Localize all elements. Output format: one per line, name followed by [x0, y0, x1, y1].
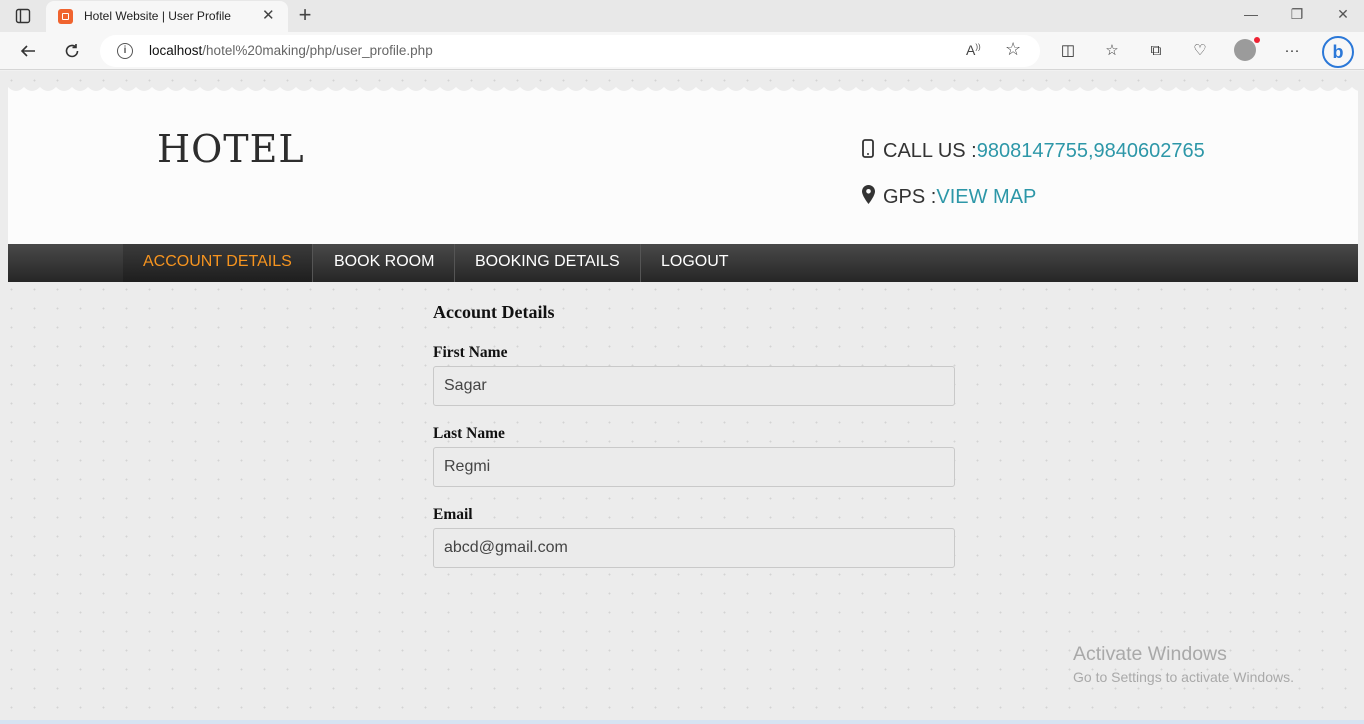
watermark-subtitle: Go to Settings to activate Windows. — [1073, 669, 1294, 685]
header-wave-border — [8, 87, 1358, 91]
email-field[interactable] — [433, 528, 955, 568]
first-name-label: First Name — [433, 344, 508, 361]
bing-copilot-icon[interactable]: b — [1322, 36, 1354, 68]
mobile-phone-icon — [862, 139, 876, 164]
tab-title: Hotel Website | User Profile — [84, 9, 231, 23]
page-content: HOTEL CALL US : 9808147755,9840602765 GP… — [0, 71, 1364, 724]
last-name-field[interactable] — [433, 447, 955, 487]
gps-info: GPS : VIEW MAP — [862, 185, 1036, 210]
collections-icon[interactable]: ⧉ — [1145, 40, 1167, 62]
browser-tab-bar: Hotel Website | User Profile ✕ + — ❐ ✕ — [0, 0, 1364, 32]
last-name-label: Last Name — [433, 425, 505, 442]
taskbar-edge — [0, 720, 1364, 724]
site-header: HOTEL CALL US : 9808147755,9840602765 GP… — [8, 87, 1358, 244]
favorite-star-icon[interactable]: ☆ — [1005, 39, 1021, 60]
first-name-field[interactable] — [433, 366, 955, 406]
nav-logout[interactable]: LOGOUT — [641, 244, 749, 282]
email-label: Email — [433, 506, 473, 523]
gps-label: GPS : — [883, 186, 937, 208]
address-bar[interactable]: i localhost/hotel%20making/php/user_prof… — [100, 35, 1040, 67]
browser-toolbar: i localhost/hotel%20making/php/user_prof… — [0, 32, 1364, 70]
call-us-label: CALL US : — [883, 140, 977, 162]
site-logo[interactable]: HOTEL — [157, 127, 305, 171]
read-aloud-icon[interactable]: A)) — [966, 42, 981, 58]
browser-tab[interactable]: Hotel Website | User Profile ✕ — [46, 1, 288, 32]
minimize-icon[interactable]: — — [1241, 6, 1261, 22]
favorites-icon[interactable]: ☆ — [1101, 40, 1123, 62]
account-details-heading: Account Details — [433, 302, 555, 322]
view-map-link[interactable]: VIEW MAP — [936, 186, 1036, 209]
activate-windows-watermark: Activate Windows Go to Settings to activ… — [1073, 643, 1294, 685]
site-info-icon[interactable]: i — [117, 43, 133, 59]
main-navigation: ACCOUNT DETAILS BOOK ROOM BOOKING DETAIL… — [8, 244, 1358, 282]
more-menu-icon[interactable]: ··· — [1281, 40, 1303, 62]
nav-book-room[interactable]: BOOK ROOM — [314, 244, 456, 282]
map-marker-icon — [862, 185, 876, 210]
split-screen-icon[interactable]: ◫ — [1057, 40, 1079, 62]
account-details-form: Account Details First Name Last Name Ema… — [433, 302, 955, 587]
refresh-icon[interactable] — [61, 40, 83, 62]
browser-essentials-icon[interactable]: ♡ — [1189, 40, 1211, 62]
call-us-info: CALL US : 9808147755,9840602765 — [862, 139, 1205, 164]
profile-avatar-icon[interactable] — [1234, 37, 1260, 61]
back-icon[interactable] — [17, 40, 39, 62]
restore-icon[interactable]: ❐ — [1287, 6, 1307, 23]
nav-booking-details[interactable]: BOOKING DETAILS — [455, 244, 641, 282]
close-tab-icon[interactable]: ✕ — [262, 8, 275, 24]
tab-actions-icon[interactable] — [12, 6, 34, 26]
close-window-icon[interactable]: ✕ — [1333, 6, 1353, 23]
watermark-title: Activate Windows — [1073, 643, 1227, 665]
xampp-favicon-icon — [58, 9, 73, 24]
nav-account-details[interactable]: ACCOUNT DETAILS — [123, 244, 313, 282]
url-text: localhost/hotel%20making/php/user_profil… — [149, 43, 433, 58]
phone-numbers-link[interactable]: 9808147755,9840602765 — [977, 140, 1205, 163]
new-tab-icon[interactable]: + — [295, 4, 315, 26]
